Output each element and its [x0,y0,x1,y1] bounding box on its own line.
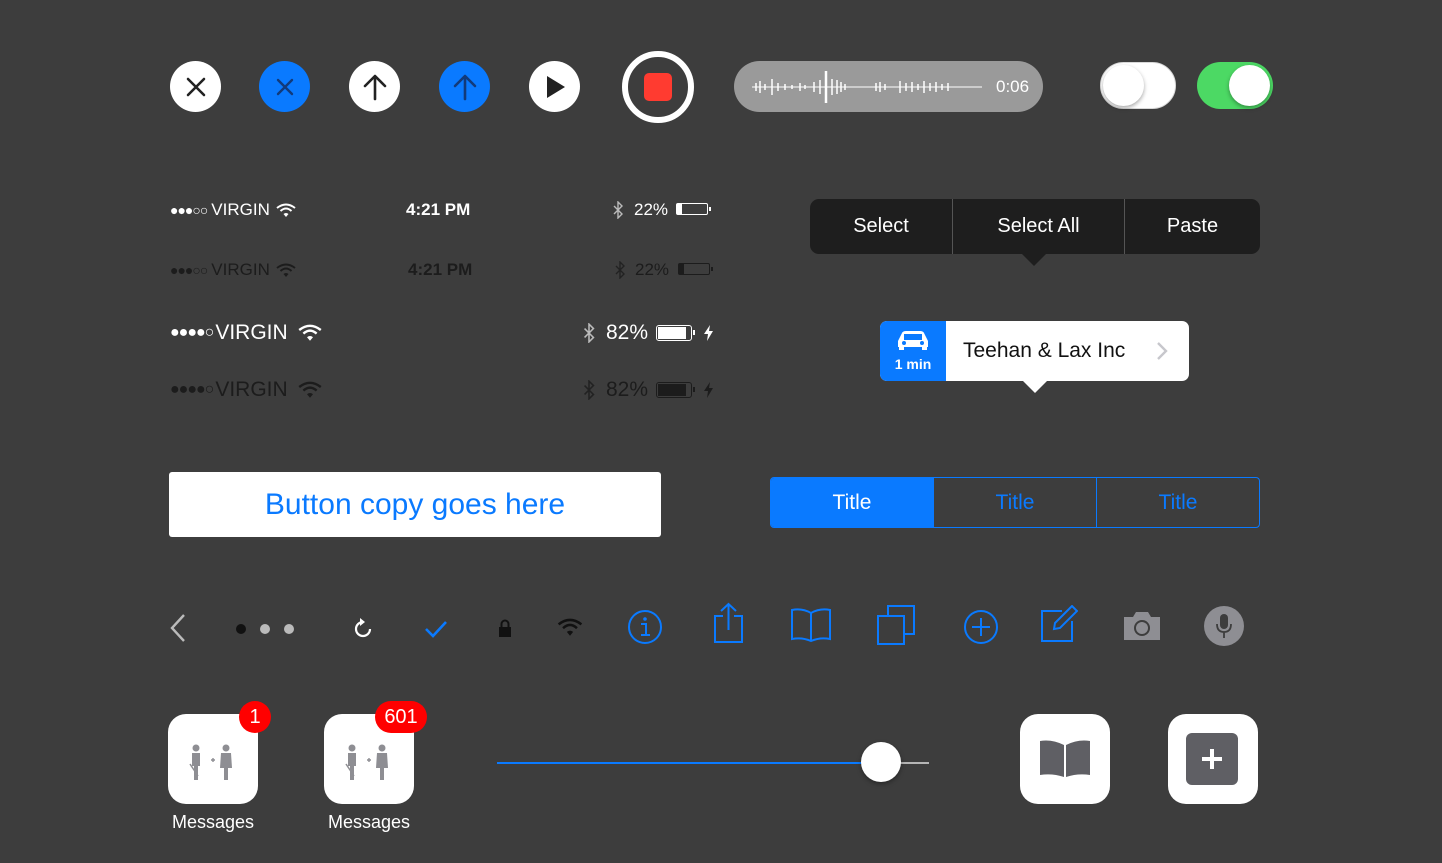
waveform-icon [752,71,982,103]
car-icon [898,331,928,350]
close-button-white[interactable] [170,61,221,112]
wifi-icon [298,324,322,341]
audio-duration: 0:06 [996,77,1030,96]
record-button[interactable] [622,51,694,123]
app-label: Messages [171,812,255,832]
map-callout[interactable]: 1 min Teehan & Lax Inc [880,321,1189,381]
carrier-name: VIRGIN [211,260,270,279]
battery-icon [676,203,711,215]
status-bar-dark-small: ●●●○○ VIRGIN 4:21 PM 22% [170,258,715,282]
lock-icon [499,619,511,637]
notification-badge: 601 [375,701,427,733]
slider-thumb[interactable] [861,742,902,782]
tabs-icon[interactable] [876,604,918,646]
toggle-off[interactable] [1100,62,1176,109]
battery-percent: 22% [634,200,669,219]
camera-icon[interactable] [1122,611,1162,641]
battery-percent: 22% [635,260,670,279]
back-chevron-icon[interactable] [169,613,187,643]
wifi-icon [298,381,322,398]
app-placeholder-icon [345,744,388,780]
app-label: Messages [327,812,411,832]
primary-button[interactable]: Button copy goes here [169,472,661,537]
record-stop-icon [644,73,672,101]
bookmarks-icon[interactable] [790,607,832,643]
battery-percent: 82% [606,321,649,344]
signal-strength: ●●●●○ [170,381,214,398]
upload-button-white[interactable] [349,61,400,112]
page-dot [284,624,294,634]
audio-message-pill[interactable]: 0:06 [734,61,1043,112]
status-time: 4:21 PM [406,200,471,219]
status-bar-light-large: ●●●●○ VIRGIN 82% [170,319,715,347]
close-icon [276,78,293,95]
directions-button[interactable]: 1 min [880,321,946,381]
battery-percent: 82% [606,378,649,401]
charging-bolt-icon [704,382,713,398]
edit-menu-arrow [1022,254,1046,266]
battery-icon [678,263,713,275]
checkmark-icon [425,621,447,638]
info-icon[interactable] [627,609,663,645]
chevron-right-icon [1157,342,1168,360]
battery-icon [656,382,695,398]
refresh-icon[interactable] [351,617,375,641]
play-icon [546,75,565,98]
carrier-name: VIRGIN [211,200,270,219]
slider[interactable] [497,741,929,785]
status-bar-light-small: ●●●○○ VIRGIN 4:21 PM 22% [170,198,715,222]
callout-title: Teehan & Lax Inc [963,339,1126,362]
app-placeholder-icon [189,744,232,780]
status-time: 4:21 PM [408,260,473,279]
compose-icon[interactable] [1040,605,1078,643]
play-button[interactable] [529,61,580,112]
bluetooth-icon [615,261,625,279]
toggle-knob [1103,65,1144,106]
ibooks-app-icon[interactable] [1020,714,1110,804]
book-icon [1040,740,1090,777]
signal-strength: ●●●●○ [170,324,214,341]
upload-button-blue[interactable] [439,61,490,112]
carrier-name: VIRGIN [215,321,288,344]
wifi-icon [557,618,583,636]
share-icon[interactable] [713,602,744,644]
carrier-name: VIRGIN [215,378,288,401]
toggle-on[interactable] [1197,62,1273,109]
microphone-button[interactable] [1204,606,1244,646]
menu-item-select[interactable]: Select [810,199,953,254]
segmented-control: Title Title Title [770,477,1260,528]
bluetooth-icon [584,323,595,343]
page-dot-active [236,624,246,634]
add-app-icon[interactable] [1168,714,1258,804]
segment-3[interactable]: Title [1096,478,1259,527]
map-callout-arrow [1022,380,1048,393]
battery-icon [656,325,695,341]
menu-item-paste[interactable]: Paste [1125,199,1260,254]
edit-menu: Select Select All Paste [810,199,1260,254]
close-icon [186,77,205,96]
eta-label: 1 min [894,356,932,372]
bluetooth-icon [584,380,595,400]
notification-badge: 1 [239,701,271,733]
page-dot [260,624,270,634]
bluetooth-icon [613,201,623,219]
wifi-icon [276,203,296,217]
plus-icon [1186,733,1238,785]
status-bar-dark-large: ●●●●○ VIRGIN 82% [170,376,715,404]
microphone-icon [1216,614,1232,638]
toggle-knob [1229,65,1270,106]
page-indicator[interactable] [236,624,294,634]
signal-strength: ●●●○○ [170,202,208,218]
close-button-blue[interactable] [259,61,310,112]
wifi-icon [276,263,296,277]
segment-2[interactable]: Title [933,478,1096,527]
signal-strength: ●●●○○ [170,262,208,278]
slider-fill [497,762,882,764]
segment-1[interactable]: Title [771,478,933,527]
arrow-up-icon [453,74,476,100]
add-circle-icon[interactable] [963,609,999,645]
charging-bolt-icon [704,325,713,341]
arrow-up-icon [363,74,386,100]
menu-item-select-all[interactable]: Select All [953,199,1125,254]
